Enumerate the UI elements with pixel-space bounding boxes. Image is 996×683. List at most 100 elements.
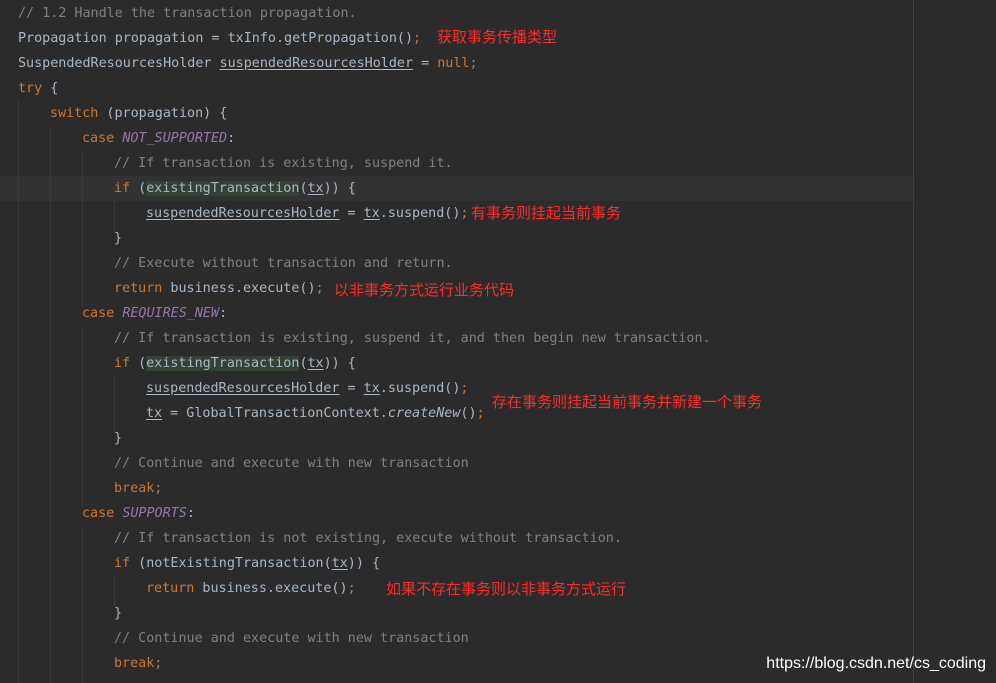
code-keyword: break; [114,481,163,496]
code-line[interactable]: case SUPPORTS: [82,501,195,526]
indent-guide [18,100,19,683]
code-keyword: case [82,131,123,146]
code-highlight: existingTransaction [146,181,300,196]
code-variable: tx [307,181,324,196]
code-variable: suspendedResourcesHolder [146,381,340,396]
code-semicolon: ; [460,206,469,221]
code-text: (propagation) { [98,106,228,121]
code-text: ( [299,356,308,371]
code-comment: // If transaction is not existing, execu… [114,531,622,546]
code-text: { [42,81,59,96]
annotation-suspend: 有事务则挂起当前事务 [471,204,622,222]
code-keyword: case [82,306,123,321]
code-line[interactable]: break; [114,476,162,501]
code-keyword: return [114,281,163,296]
code-text: )) { [323,181,356,196]
code-keyword: case [82,506,123,521]
code-text: } [114,606,123,621]
code-comment: // Continue and execute with new transac… [114,456,469,471]
code-keyword: break; [114,656,163,671]
code-text: .suspend() [379,381,461,396]
code-line[interactable]: // Continue and execute with new transac… [114,451,469,476]
code-text: : [186,506,195,521]
code-variable: tx [363,206,380,221]
code-text: (notExistingTransaction( [130,556,332,571]
code-text: ( [299,181,308,196]
code-variable: tx [331,556,348,571]
code-text: = [339,381,364,396]
code-text: } [114,431,123,446]
code-semicolon: ; [460,381,469,396]
code-semicolon: ; [347,581,356,596]
code-keyword: try [18,81,43,96]
code-text: ( [130,356,147,371]
code-text: = [413,56,438,71]
indent-guide [114,376,115,431]
code-comment: // If transaction is existing, suspend i… [114,331,711,346]
code-comment: // If transaction is existing, suspend i… [114,156,453,171]
code-keyword: return [146,581,195,596]
indent-guide [82,326,83,506]
code-editor[interactable]: // 1.2 Handle the transaction propagatio… [0,0,996,683]
code-line[interactable]: } [114,426,122,451]
code-text: SuspendedResourcesHolder [18,56,220,71]
code-line[interactable]: // If transaction is existing, suspend i… [114,151,453,176]
code-keyword: if [114,181,131,196]
annotation-requires-new: 存在事务则挂起当前事务并新建一个事务 [492,393,763,411]
code-constant: REQUIRES_NEW [122,306,220,321]
code-text: .suspend() [379,206,461,221]
code-line[interactable]: // If transaction is not existing, execu… [114,526,622,551]
code-line[interactable]: // If transaction is existing, suspend i… [114,326,711,351]
code-comment: // Execute without transaction and retur… [114,256,453,271]
code-variable: tx [363,381,380,396]
code-line[interactable]: if (notExistingTransaction(tx)) { [114,551,380,576]
code-semicolon: ; [476,406,485,421]
code-line[interactable]: if (existingTransaction(tx)) { [114,351,356,376]
code-semicolon: ; [469,56,478,71]
code-variable: tx [146,406,163,421]
code-text: = GlobalTransactionContext. [162,406,388,421]
code-text: } [114,231,123,246]
code-line[interactable]: Propagation propagation = txInfo.getProp… [18,26,421,51]
code-line[interactable]: if (existingTransaction(tx)) { [114,176,356,201]
code-text: )) { [323,356,356,371]
code-constant: SUPPORTS [122,506,187,521]
code-line[interactable]: suspendedResourcesHolder = tx.suspend(); [146,201,468,226]
code-semicolon: ; [413,31,422,46]
indent-guide [50,126,51,683]
code-line[interactable]: return business.execute(); [146,576,356,601]
code-text: Propagation propagation = txInfo.getProp… [18,31,414,46]
annotation-non-transactional: 以非事务方式运行业务代码 [334,281,515,299]
code-keyword: null [437,56,470,71]
code-text: () [460,406,477,421]
code-keyword: if [114,356,131,371]
code-line[interactable]: } [114,601,122,626]
code-line[interactable]: return business.execute(); [114,276,324,301]
code-comment: // 1.2 Handle the transaction propagatio… [18,6,357,21]
code-line[interactable]: try { [18,76,58,101]
code-line[interactable]: SuspendedResourcesHolder suspendedResour… [18,51,478,76]
code-comment: // Continue and execute with new transac… [114,631,469,646]
right-margin-guide [913,0,914,683]
code-line[interactable]: case NOT_SUPPORTED: [82,126,235,151]
code-constant: NOT_SUPPORTED [122,131,228,146]
code-text: : [227,131,236,146]
code-variable: suspendedResourcesHolder [219,56,414,71]
code-line[interactable]: case REQUIRES_NEW: [82,301,227,326]
code-line[interactable]: tx = GlobalTransactionContext.createNew(… [146,401,485,426]
code-line[interactable]: suspendedResourcesHolder = tx.suspend(); [146,376,468,401]
code-line[interactable]: // Execute without transaction and retur… [114,251,453,276]
code-line[interactable]: // 1.2 Handle the transaction propagatio… [18,1,357,26]
code-line[interactable]: switch (propagation) { [50,101,227,126]
code-semicolon: ; [315,281,324,296]
annotation-get-propagation: 获取事务传播类型 [437,28,558,46]
code-variable: suspendedResourcesHolder [146,206,340,221]
code-text: = [339,206,364,221]
code-text: : [219,306,228,321]
code-line[interactable]: break; [114,651,162,676]
code-highlight: existingTransaction [146,356,300,371]
code-variable: tx [307,356,324,371]
annotation-supports: 如果不存在事务则以非事务方式运行 [386,580,627,598]
code-line[interactable]: } [114,226,122,251]
code-line[interactable]: // Continue and execute with new transac… [114,626,469,651]
